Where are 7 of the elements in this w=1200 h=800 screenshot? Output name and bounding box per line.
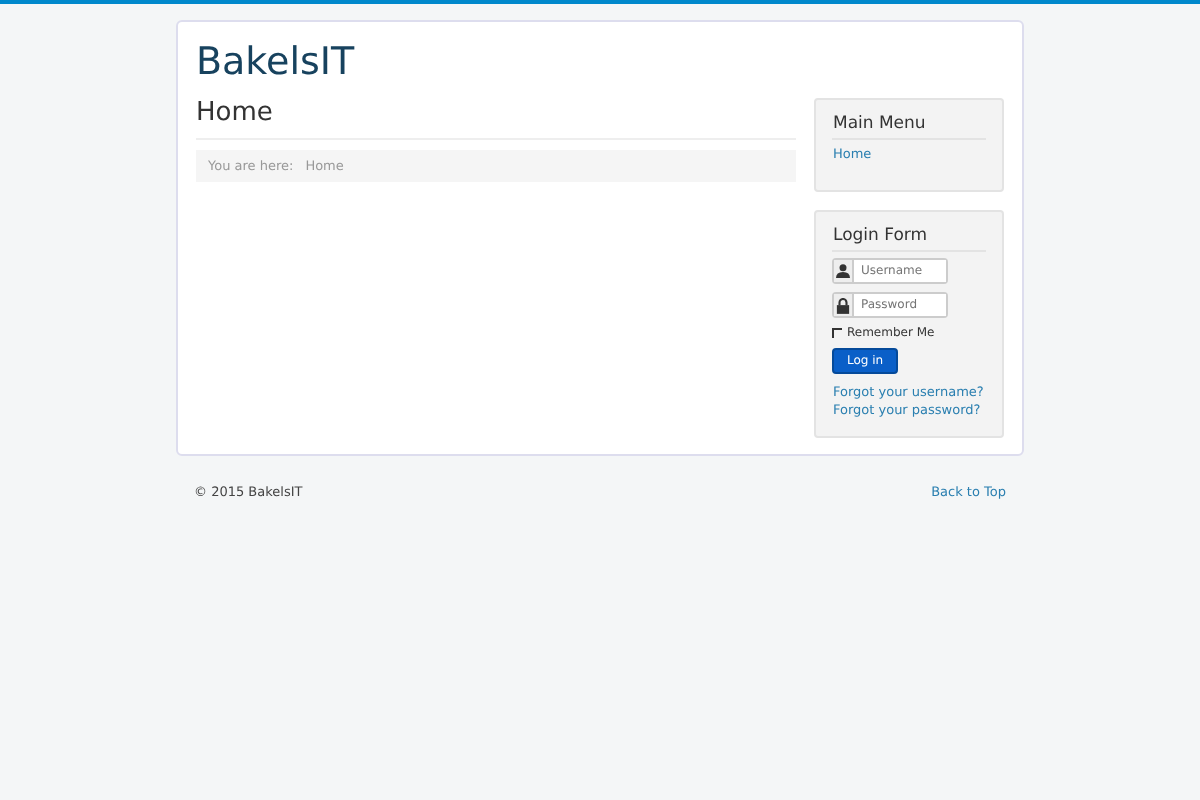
site-title[interactable]: BakelsIT [196, 38, 1004, 86]
panel-title: Login Form [832, 226, 986, 252]
remember-checkbox[interactable] [832, 328, 843, 338]
page-heading: Home [196, 98, 797, 140]
lock-icon [836, 297, 851, 313]
user-icon [836, 264, 851, 278]
panel-title: Main Menu [832, 114, 986, 140]
